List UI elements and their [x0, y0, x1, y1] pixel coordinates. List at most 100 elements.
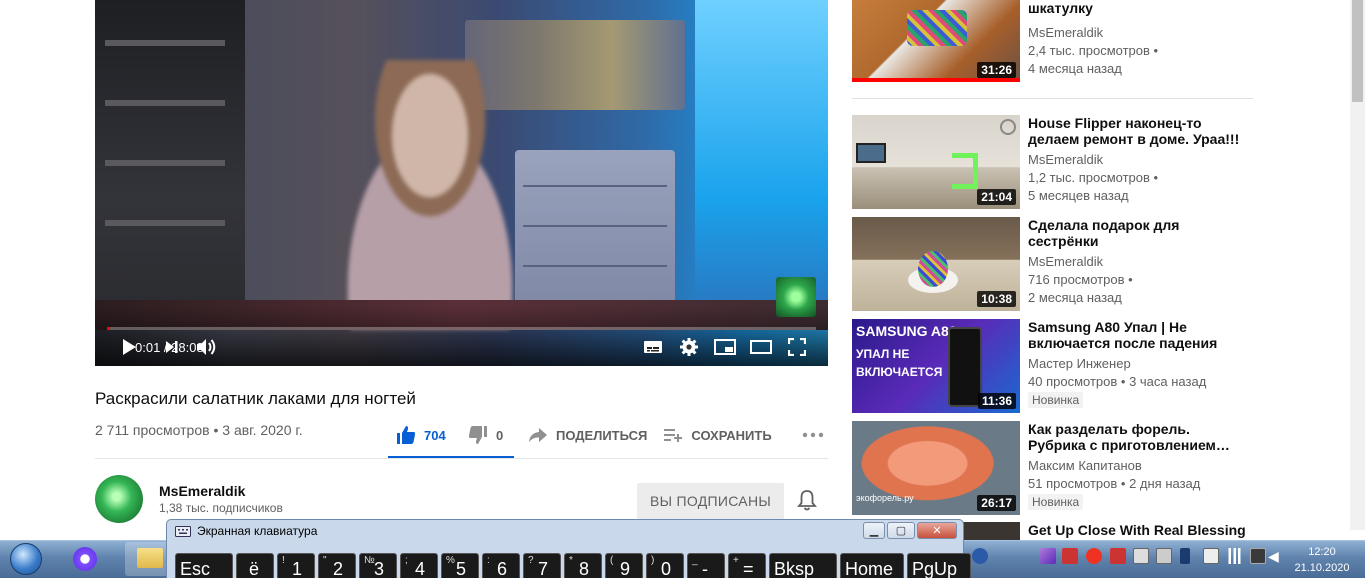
maximize-button[interactable]: ▢ — [887, 522, 915, 539]
recommendation-title[interactable]: Get Up Close With Real Blessing — [1028, 522, 1250, 538]
fullscreen-icon — [788, 338, 806, 356]
key-label: 7 — [538, 559, 549, 578]
volume-tray-icon[interactable]: ◀ — [1268, 548, 1284, 564]
meta-separator: • — [1117, 476, 1130, 491]
video-thumbnail[interactable]: экофорель.ру 26:17 — [852, 421, 1020, 515]
key-esc[interactable]: Esc — [175, 553, 233, 578]
monitor-tray-icon[interactable] — [1156, 548, 1172, 564]
notifications-bell-button[interactable] — [797, 489, 817, 516]
video-thumbnail[interactable]: 31:26 — [852, 0, 1020, 82]
video-thumbnail[interactable]: 10:38 — [852, 217, 1020, 311]
key-home[interactable]: Home — [840, 553, 904, 578]
bluetooth-tray-icon[interactable] — [1180, 548, 1190, 564]
recommendation-item[interactable]: 31:26 шкатулку MsEmeraldik 2,4 тыс. прос… — [852, 0, 1252, 82]
recommendation-channel[interactable]: MsEmeraldik — [1028, 152, 1103, 167]
network-warning-tray-icon[interactable] — [1062, 548, 1078, 564]
video-thumbnail[interactable]: SAMSUNG A80 УПАЛ НЕ ВКЛЮЧАЕТСЯ 11:36 — [852, 319, 1020, 413]
recommendation-item[interactable]: 21:04 House Flipper наконец-то делаем ре… — [852, 115, 1252, 209]
recommendation-title[interactable]: шкатулку — [1028, 0, 1250, 16]
share-button[interactable]: ПОДЕЛИТЬСЯ — [520, 415, 655, 455]
usb-tray-icon[interactable] — [1203, 548, 1219, 564]
key-backspace[interactable]: Bksp — [769, 553, 837, 578]
key-5[interactable]: % 5 — [441, 553, 479, 578]
key-1[interactable]: ! 1 — [277, 553, 315, 578]
key-3[interactable]: № 3 — [359, 553, 397, 578]
key-7[interactable]: ? 7 — [523, 553, 561, 578]
subtitles-button[interactable] — [641, 335, 665, 359]
recommendation-item[interactable]: 10:38 Сделала подарок для сестрёнки MsEm… — [852, 217, 1252, 311]
new-badge: Новинка — [1028, 494, 1084, 510]
video-title: Раскрасили салатник лаками для ногтей — [95, 389, 416, 408]
more-horizontal-icon — [802, 432, 823, 438]
recommendation-channel[interactable]: Мастер Инженер — [1028, 356, 1131, 371]
miniplayer-button[interactable] — [713, 335, 737, 359]
thumb-text-bottom: УПАЛ НЕ ВКЛЮЧАЕТСЯ — [856, 347, 943, 379]
upload-date: 3 авг. 2020 г. — [222, 422, 303, 438]
signal-tray-icon[interactable] — [1227, 548, 1243, 564]
key-9[interactable]: (9 — [605, 553, 643, 578]
folder-icon — [137, 548, 163, 568]
help-tray-icon[interactable] — [972, 548, 988, 564]
key-2[interactable]: " 2 — [318, 553, 356, 578]
recommendation-meta: 40 просмотров • 3 часа назад — [1028, 374, 1206, 389]
key-label: 6 — [497, 559, 508, 578]
views-text: 51 просмотров — [1028, 476, 1118, 491]
battery-tray-icon[interactable] — [1250, 548, 1266, 564]
disk-warning-tray-icon[interactable] — [1110, 548, 1126, 564]
taskbar-alice-button[interactable] — [60, 542, 110, 576]
key-4[interactable]: ; 4 — [400, 553, 438, 578]
key-pgup[interactable]: PgUp — [907, 553, 971, 578]
key-yo[interactable]: ё — [236, 553, 274, 578]
minimize-button[interactable]: ▁ — [863, 522, 885, 539]
key-label: - — [702, 559, 708, 578]
settings-button[interactable] — [677, 335, 701, 359]
key-6[interactable]: :6 — [482, 553, 520, 578]
dislike-button[interactable]: 0 — [460, 415, 518, 455]
save-button[interactable]: СОХРАНИТЬ — [655, 415, 779, 455]
subscribe-button[interactable]: ВЫ ПОДПИСАНЫ — [637, 483, 784, 519]
key-8[interactable]: * 8 — [564, 553, 602, 578]
on-screen-keyboard-window[interactable]: Экранная клавиатура ▁ ▢ ✕ Esc ё ! 1 " 2 № 3… — [166, 519, 971, 578]
time-total: 28:08 — [171, 340, 204, 355]
recommendation-title[interactable]: House Flipper наконец-то делаем ремонт в… — [1028, 115, 1250, 147]
yandex-tray-icon[interactable] — [1086, 548, 1102, 564]
theater-mode-button[interactable] — [749, 335, 773, 359]
close-button[interactable]: ✕ — [917, 522, 957, 539]
thumb-text-top: SAMSUNG A80 — [856, 323, 957, 339]
more-actions-button[interactable] — [794, 415, 832, 455]
video-frame-shelf — [95, 0, 245, 330]
key-label: 5 — [456, 559, 467, 578]
video-thumbnail[interactable]: 21:04 — [852, 115, 1020, 209]
key-label: 3 — [374, 559, 385, 578]
recommendation-item[interactable]: экофорель.ру 26:17 Как разделать форель.… — [852, 421, 1252, 515]
scrollbar-thumb[interactable] — [1352, 0, 1363, 102]
video-duration: 31:26 — [977, 62, 1016, 78]
key-0[interactable]: ) 0 — [646, 553, 684, 578]
key-shift-label: % — [446, 555, 455, 566]
window-tray-icon[interactable] — [1133, 548, 1149, 564]
channel-name[interactable]: MsEmeraldik — [159, 483, 245, 499]
progress-bar[interactable] — [107, 327, 816, 330]
key-minus[interactable]: _ - — [687, 553, 725, 578]
like-button[interactable]: 704 — [388, 415, 454, 455]
recommendation-title[interactable]: Сделала подарок для сестрёнки — [1028, 217, 1250, 249]
recommendation-channel[interactable]: MsEmeraldik — [1028, 25, 1103, 40]
feather-tray-icon[interactable] — [1040, 548, 1056, 564]
recommendation-item[interactable]: SAMSUNG A80 УПАЛ НЕ ВКЛЮЧАЕТСЯ 11:36 Sam… — [852, 319, 1252, 413]
recommendation-title[interactable]: Как разделать форель. Рубрика с приготов… — [1028, 421, 1250, 453]
time-separator: / — [160, 340, 172, 355]
recommendation-channel[interactable]: MsEmeraldik — [1028, 254, 1103, 269]
fullscreen-button[interactable] — [785, 335, 809, 359]
key-label: Bksp — [774, 559, 815, 578]
osk-titlebar[interactable]: Экранная клавиатура — [175, 524, 317, 538]
recommendation-channel[interactable]: Максим Капитанов — [1028, 458, 1142, 473]
video-player[interactable] — [95, 0, 828, 366]
windows-logo-icon — [10, 543, 42, 575]
taskbar-clock[interactable]: 12:20 21.10.2020 — [1286, 544, 1358, 576]
share-label: ПОДЕЛИТЬСЯ — [556, 427, 648, 443]
start-button[interactable] — [4, 540, 48, 578]
recommendation-title[interactable]: Samsung A80 Упал | Не включается после п… — [1028, 319, 1250, 351]
key-equals[interactable]: + = — [728, 553, 766, 578]
meta-separator: • — [1117, 374, 1130, 389]
channel-avatar[interactable] — [95, 475, 143, 523]
